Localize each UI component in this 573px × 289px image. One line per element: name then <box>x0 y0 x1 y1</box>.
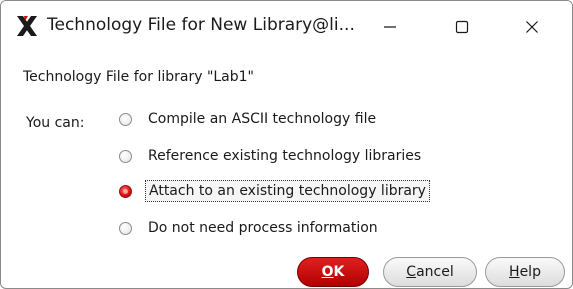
option-attach-library[interactable]: Attach to an existing technology library <box>119 178 430 204</box>
dialog-content: Technology File for library "Lab1" You c… <box>1 51 572 288</box>
minimize-button[interactable] <box>367 11 413 43</box>
close-icon <box>526 21 538 33</box>
maximize-icon <box>455 20 469 34</box>
minimize-icon <box>384 26 396 28</box>
option-no-process-info[interactable]: Do not need process information <box>119 215 381 241</box>
option-compile-ascii[interactable]: Compile an ASCII technology file <box>119 106 379 132</box>
window-title: Technology File for New Library@li... <box>47 15 355 35</box>
radio-button[interactable] <box>119 112 132 126</box>
radio-button-selected[interactable] <box>119 184 132 198</box>
option-label: Compile an ASCII technology file <box>148 111 377 127</box>
option-label: Attach to an existing technology library <box>145 180 430 202</box>
help-mnemonic: H <box>509 264 520 280</box>
option-label: Do not need process information <box>148 220 378 236</box>
help-button[interactable]: Help <box>485 257 565 287</box>
help-label-rest: elp <box>519 264 541 280</box>
ok-mnemonic: O <box>321 264 334 280</box>
option-label: Reference existing technology libraries <box>148 148 422 164</box>
option-reference-libraries[interactable]: Reference existing technology libraries <box>119 143 424 169</box>
close-button[interactable] <box>509 11 555 43</box>
ok-button[interactable]: OK <box>297 257 369 287</box>
ok-label-rest: K <box>333 264 345 280</box>
cancel-mnemonic: C <box>406 264 417 280</box>
radio-button[interactable] <box>119 221 132 235</box>
cadence-x-icon <box>17 16 37 36</box>
cancel-button[interactable]: Cancel <box>383 257 477 287</box>
you-can-label: You can: <box>26 115 85 131</box>
dialog-heading: Technology File for library "Lab1" <box>23 69 254 85</box>
radio-button[interactable] <box>119 149 132 163</box>
maximize-button[interactable] <box>439 11 485 43</box>
dialog-window: Technology File for New Library@li... Te… <box>0 0 573 289</box>
cancel-label-rest: ancel <box>416 264 454 280</box>
title-bar[interactable]: Technology File for New Library@li... <box>1 1 572 51</box>
